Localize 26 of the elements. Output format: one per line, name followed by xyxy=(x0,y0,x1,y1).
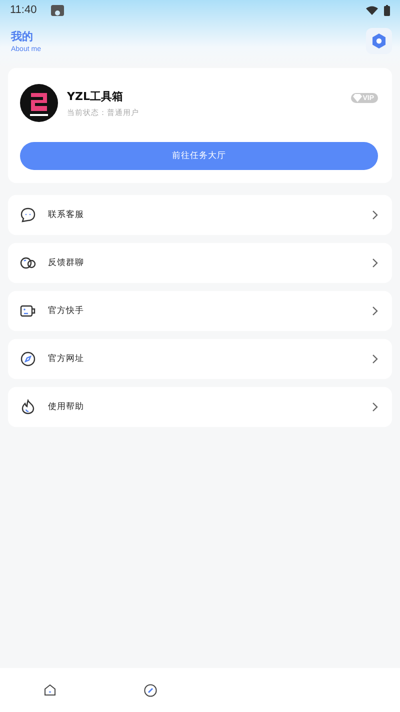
menu-item[interactable]: 官方网址 xyxy=(8,339,392,379)
id-card-icon xyxy=(20,303,36,319)
battery-icon xyxy=(384,4,390,16)
compass-icon xyxy=(144,684,156,696)
menu-item[interactable]: 使用帮助 xyxy=(8,387,392,427)
chevron-right-icon xyxy=(372,306,378,316)
home-icon xyxy=(44,684,56,696)
page-title: 我的 xyxy=(11,29,34,44)
settings-button[interactable] xyxy=(366,28,392,54)
app-logo-icon xyxy=(20,84,58,122)
chat-bubble-icon xyxy=(20,207,36,223)
menu-item[interactable]: 联系客服 xyxy=(8,195,392,235)
notification-icon xyxy=(50,4,64,16)
group-chat-icon xyxy=(20,255,36,271)
compass-icon xyxy=(20,351,36,367)
settings-icon xyxy=(371,33,387,49)
chevron-right-icon xyxy=(372,402,378,412)
chevron-right-icon xyxy=(372,210,378,220)
user-name: YZL工具箱 xyxy=(67,88,124,104)
chevron-right-icon xyxy=(372,258,378,268)
wifi-icon xyxy=(366,6,378,14)
chevron-right-icon xyxy=(372,354,378,364)
status-time: 11:40 xyxy=(10,4,37,16)
menu-item[interactable]: 反馈群聊 xyxy=(8,243,392,283)
flame-icon xyxy=(20,399,36,415)
menu-item[interactable]: 官方快手 xyxy=(8,291,392,331)
